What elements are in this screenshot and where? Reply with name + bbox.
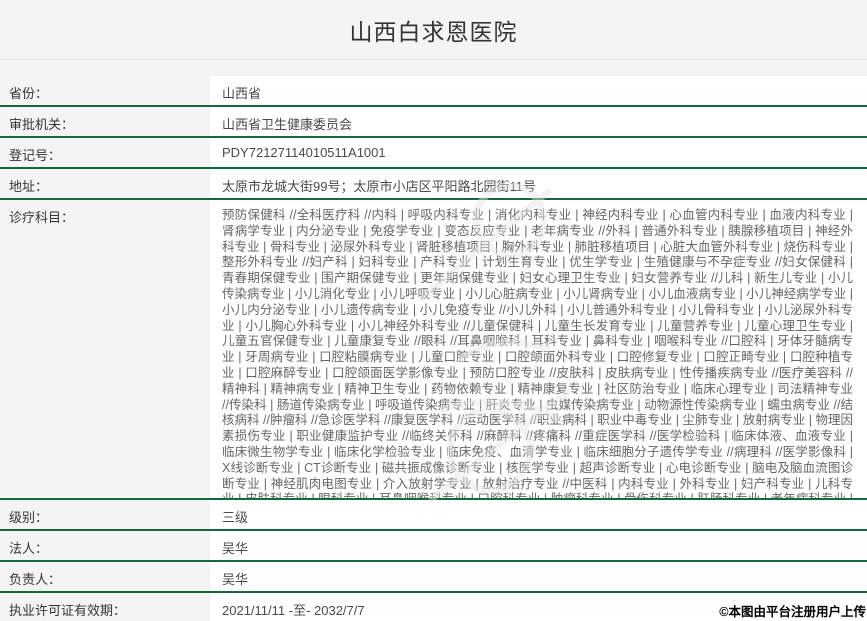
- field-value: 预防保健科 //全科医疗科 //内科 | 呼吸内科专业 | 消化内科专业 | 神…: [210, 200, 867, 498]
- info-row-address: 地址： 太原市龙城大街99号；太原市小店区平阳路北园街11号: [0, 169, 867, 200]
- header: 山西白求恩医院: [0, 0, 867, 60]
- field-label: 诊疗科目：: [0, 200, 210, 498]
- field-label: 省份：: [0, 76, 210, 105]
- info-row-departments: 诊疗科目： 预防保健科 //全科医疗科 //内科 | 呼吸内科专业 | 消化内科…: [0, 200, 867, 500]
- field-label: 负责人：: [0, 562, 210, 591]
- info-row-registration-number: 登记号： PDY72127114010511A1001: [0, 138, 867, 169]
- page-title: 山西白求恩医院: [350, 13, 518, 47]
- field-label: 法人：: [0, 531, 210, 560]
- field-label: 执业许可证有效期：: [0, 593, 210, 621]
- info-row-level: 级别： 三级: [0, 500, 867, 531]
- header-spacer: [0, 60, 867, 76]
- field-value: 太原市龙城大街99号；太原市小店区平阳路北园街11号: [210, 169, 867, 198]
- field-label: 登记号：: [0, 138, 210, 167]
- info-row-approval-authority: 审批机关： 山西省卫生健康委员会: [0, 107, 867, 138]
- info-row-province: 省份： 山西省: [0, 76, 867, 107]
- info-row-legal-person: 法人： 吴华: [0, 531, 867, 562]
- field-value: 吴华: [210, 562, 867, 591]
- info-row-person-in-charge: 负责人： 吴华: [0, 562, 867, 593]
- hospital-info-page: 山西白求恩医院 省份： 山西省 审批机关： 山西省卫生健康委员会 登记号： PD: [0, 0, 867, 621]
- field-value: 山西省: [210, 76, 867, 105]
- field-value: 吴华: [210, 531, 867, 560]
- upload-credit: ©本图由平台注册用户上传: [719, 601, 866, 620]
- info-table: 省份： 山西省 审批机关： 山西省卫生健康委员会 登记号： PDY7212711…: [0, 76, 867, 621]
- field-label: 地址：: [0, 169, 210, 198]
- field-value: 山西省卫生健康委员会: [210, 107, 867, 136]
- field-label: 审批机关：: [0, 107, 210, 136]
- field-value: 三级: [210, 500, 867, 529]
- field-label: 级别：: [0, 500, 210, 529]
- field-value: PDY72127114010511A1001: [210, 138, 867, 167]
